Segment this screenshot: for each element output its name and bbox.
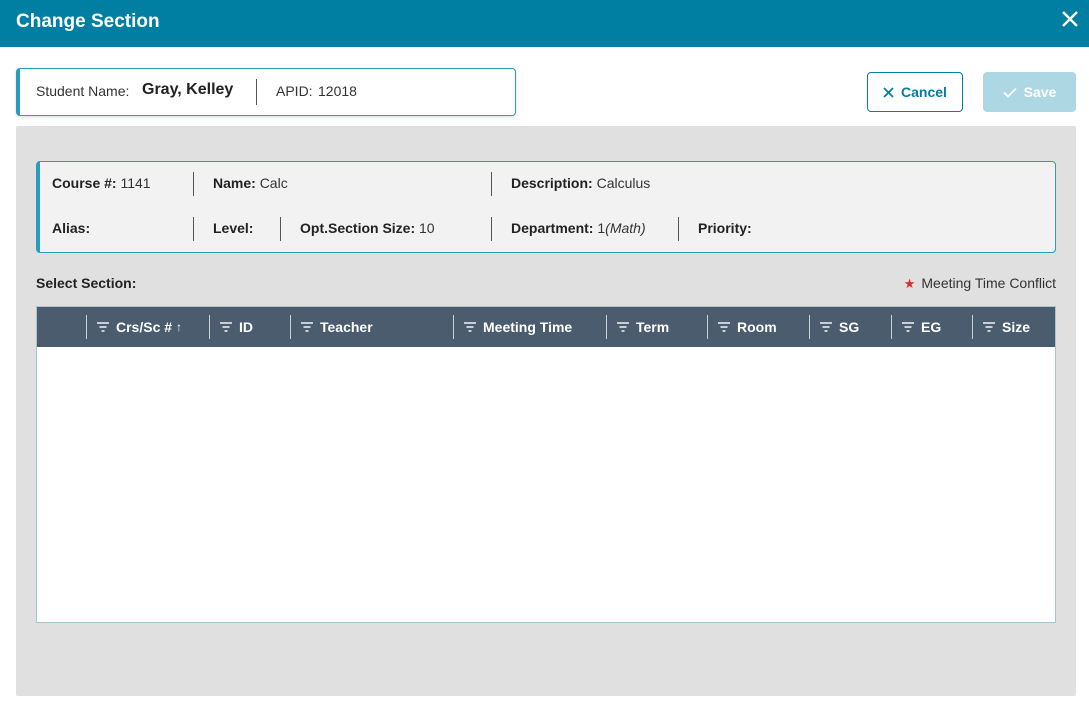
- asterisk-icon: ★: [903, 276, 916, 291]
- course-number: 1141: [120, 175, 151, 191]
- student-name-label: Student Name:: [36, 83, 130, 99]
- priority-field: Priority:: [698, 220, 752, 236]
- divider: [678, 217, 679, 241]
- column-label: Crs/Sc #: [116, 319, 173, 335]
- column-label: Teacher: [320, 319, 373, 335]
- apid-value: 12018: [318, 83, 357, 99]
- dialog-header: Change Section: [0, 0, 1089, 47]
- course-name-field: Name: Calc: [213, 175, 288, 191]
- filter-icon[interactable]: [617, 322, 629, 332]
- column-term[interactable]: Term: [607, 307, 707, 347]
- divider: [280, 217, 281, 241]
- grid-body: [37, 347, 1055, 622]
- course-name-label: Name:: [213, 175, 256, 191]
- description: Calculus: [596, 175, 651, 191]
- column-label: ID: [239, 319, 253, 335]
- check-icon: [1003, 87, 1017, 98]
- close-icon: [883, 86, 894, 98]
- filter-icon[interactable]: [718, 322, 730, 332]
- column-label: Room: [737, 319, 777, 335]
- opt-section-size: 10: [419, 220, 435, 236]
- description-field: Description: Calculus: [511, 175, 650, 191]
- column-crs-sc[interactable]: Crs/Sc # ↑: [87, 307, 209, 347]
- save-label: Save: [1023, 84, 1057, 100]
- filter-icon[interactable]: [983, 322, 995, 332]
- level-label: Level:: [213, 220, 254, 236]
- conflict-legend: ★ Meeting Time Conflict: [904, 275, 1056, 292]
- divider: [193, 172, 194, 196]
- divider: [193, 217, 194, 241]
- column-sg[interactable]: SG: [810, 307, 891, 347]
- priority-label: Priority:: [698, 220, 752, 236]
- opt-section-size-field: Opt.Section Size: 10: [300, 220, 435, 236]
- apid-label: APID:: [276, 83, 313, 99]
- column-label: Size: [1002, 319, 1031, 335]
- department-label: Department:: [511, 220, 594, 236]
- filter-icon[interactable]: [902, 322, 914, 332]
- column-label: Term: [636, 319, 670, 335]
- content-panel: Course #: 1141 Name: Calc Description: C…: [16, 126, 1076, 696]
- cancel-button[interactable]: Cancel: [867, 72, 963, 112]
- close-icon[interactable]: [1059, 8, 1081, 30]
- conflict-legend-text: Meeting Time Conflict: [921, 275, 1056, 291]
- column-label: SG: [839, 319, 860, 335]
- description-label: Description:: [511, 175, 593, 191]
- student-name: Gray, Kelley: [142, 81, 234, 98]
- divider: [256, 79, 257, 105]
- course-name: Calc: [259, 175, 288, 191]
- column-teacher[interactable]: Teacher: [291, 307, 453, 347]
- opt-section-size-label: Opt.Section Size:: [300, 220, 416, 236]
- filter-icon[interactable]: [97, 322, 109, 332]
- department-field: Department: 1(Math): [511, 220, 646, 236]
- column-room[interactable]: Room: [708, 307, 809, 347]
- column-meeting-time[interactable]: Meeting Time: [454, 307, 606, 347]
- dialog-title: Change Section: [16, 11, 160, 32]
- select-section-label: Select Section:: [36, 275, 137, 291]
- sort-ascending-icon[interactable]: ↑: [176, 320, 182, 334]
- filter-icon[interactable]: [464, 322, 476, 332]
- course-number-label: Course #:: [52, 175, 117, 191]
- save-button[interactable]: Save: [983, 72, 1076, 112]
- divider: [491, 217, 492, 241]
- filter-icon[interactable]: [820, 322, 832, 332]
- student-info: Student Name: Gray, Kelley APID: 12018: [16, 68, 516, 116]
- course-info: Course #: 1141 Name: Calc Description: C…: [36, 161, 1056, 253]
- sections-grid: Crs/Sc # ↑ ID Teacher Meeting Time Term …: [36, 306, 1056, 623]
- filter-icon[interactable]: [220, 322, 232, 332]
- department-name: (Math): [605, 220, 646, 236]
- department-number: 1: [597, 220, 606, 236]
- column-size[interactable]: Size: [973, 307, 1055, 347]
- column-eg[interactable]: EG: [892, 307, 972, 347]
- course-number-field: Course #: 1141: [52, 175, 151, 191]
- level-field: Level:: [213, 220, 253, 236]
- alias-label: Alias:: [52, 220, 91, 236]
- grid-header: Crs/Sc # ↑ ID Teacher Meeting Time Term …: [37, 307, 1055, 347]
- column-label: EG: [921, 319, 942, 335]
- filter-icon[interactable]: [301, 322, 313, 332]
- column-id[interactable]: ID: [210, 307, 290, 347]
- cancel-label: Cancel: [901, 84, 947, 100]
- column-label: Meeting Time: [483, 319, 573, 335]
- alias-field: Alias:: [52, 220, 90, 236]
- divider: [491, 172, 492, 196]
